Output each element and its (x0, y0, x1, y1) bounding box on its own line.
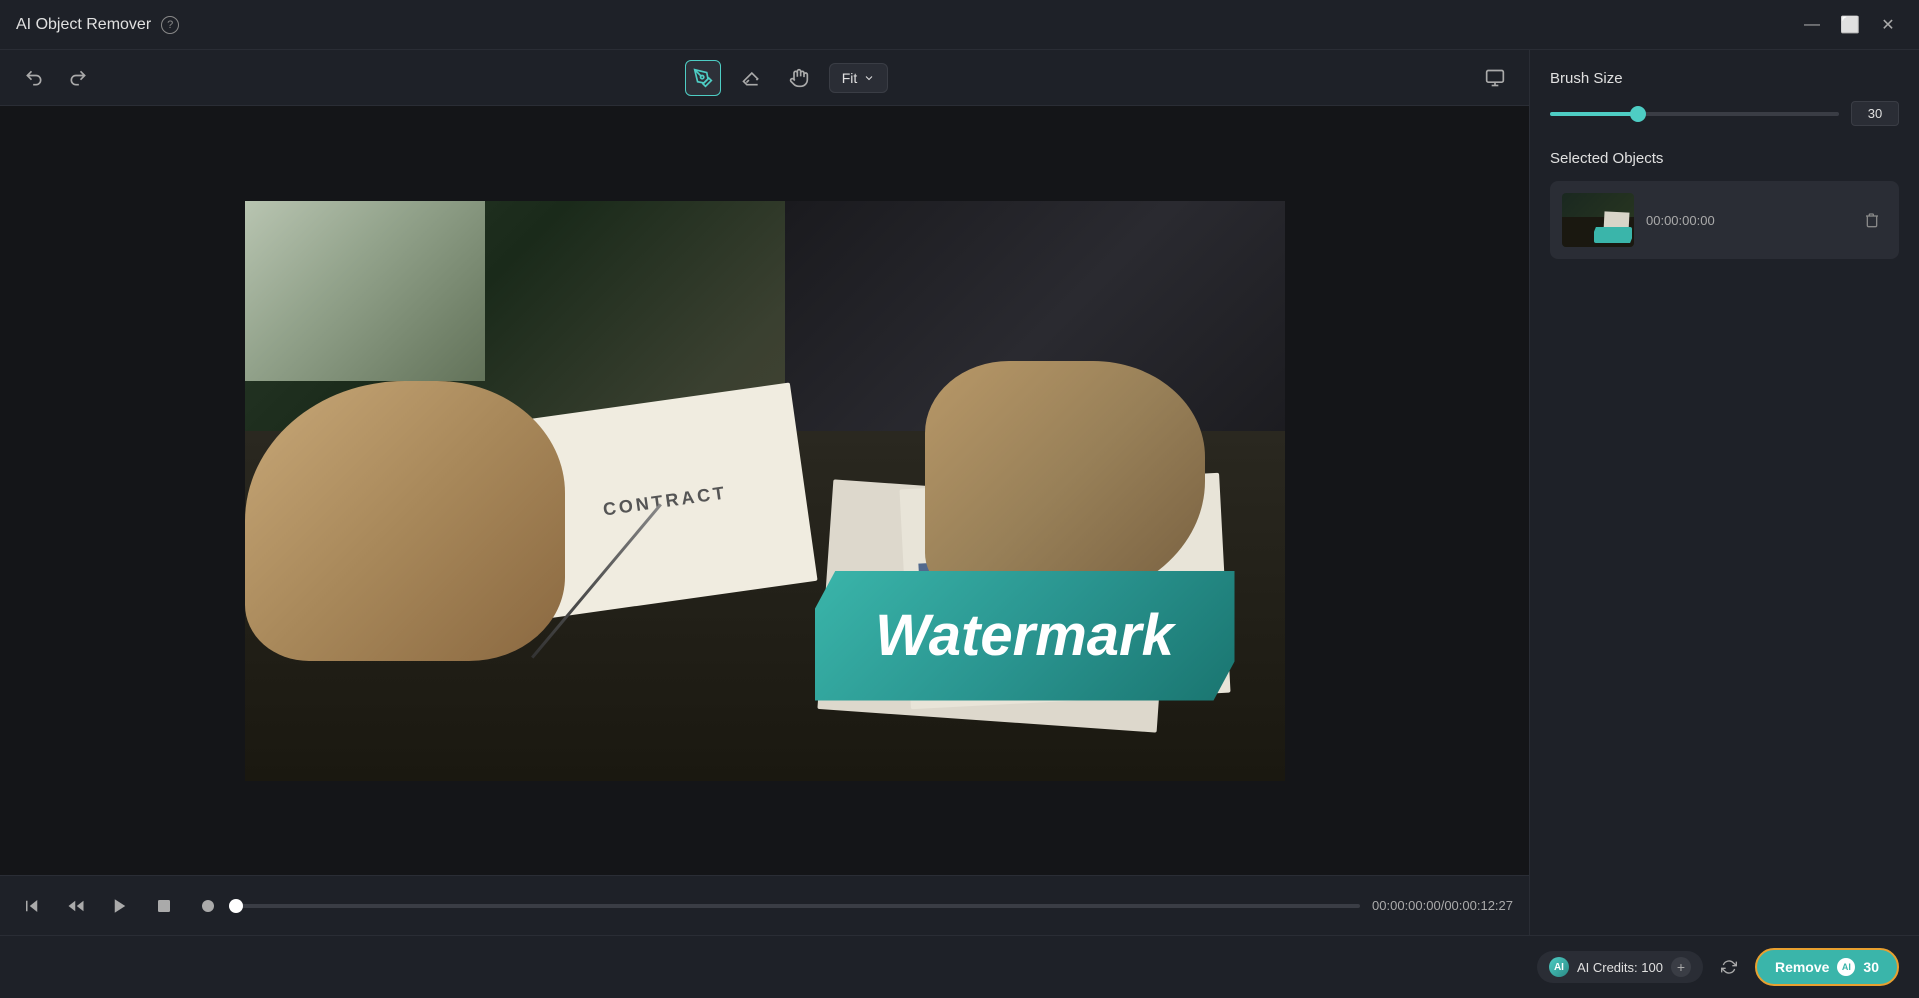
brush-tool-button[interactable] (685, 60, 721, 96)
bottom-bar: AI AI Credits: 100 + Remove AI 30 (0, 935, 1919, 998)
delete-object-button[interactable] (1857, 205, 1887, 235)
thumb-watermark (1594, 227, 1632, 243)
watermark-text: Watermark (875, 602, 1174, 669)
redo-button[interactable] (60, 60, 96, 96)
brush-size-title: Brush Size (1550, 70, 1899, 87)
ai-badge: AI (1549, 957, 1569, 977)
selected-objects-section: Selected Objects 00:00:00:00 (1550, 150, 1899, 259)
undo-button[interactable] (16, 60, 52, 96)
object-card: 00:00:00:00 (1550, 181, 1899, 259)
playback-bar: 00:00:00:00/00:00:12:27 (0, 875, 1529, 935)
remove-button[interactable]: Remove AI 30 (1755, 948, 1899, 986)
remove-ai-badge: AI (1837, 958, 1855, 976)
app-title: AI Object Remover (16, 16, 151, 34)
toolbar: Fit (0, 50, 1529, 106)
scene-hand-right (925, 361, 1205, 601)
timeline-thumb[interactable] (229, 899, 243, 913)
ai-badge-text: AI (1554, 962, 1564, 973)
window-controls: — ⬜ ✕ (1797, 10, 1903, 40)
skip-back-button[interactable] (16, 890, 48, 922)
play-button[interactable] (104, 890, 136, 922)
ai-credits-label: AI Credits: 100 (1577, 960, 1663, 975)
object-thumbnail (1562, 193, 1634, 247)
maximize-button[interactable]: ⬜ (1835, 10, 1865, 40)
close-button[interactable]: ✕ (1873, 10, 1903, 40)
title-bar: AI Object Remover ? — ⬜ ✕ (0, 0, 1919, 50)
video-area[interactable]: CONTRACT Watermark (0, 106, 1529, 875)
object-info: 00:00:00:00 (1646, 213, 1845, 228)
editor-panel: Fit (0, 50, 1529, 935)
title-left: AI Object Remover ? (16, 16, 179, 34)
time-display: 00:00:00:00/00:00:12:27 (1372, 898, 1513, 913)
brush-size-value: 30 (1851, 101, 1899, 126)
brush-slider-container: 30 (1550, 101, 1899, 126)
scene-window (245, 201, 485, 381)
video-canvas: CONTRACT Watermark (245, 201, 1285, 781)
scene-hand-left (245, 381, 565, 661)
toolbar-center: Fit (104, 60, 1469, 96)
fit-dropdown[interactable]: Fit (829, 63, 889, 93)
frame-back-button[interactable] (60, 890, 92, 922)
fit-label: Fit (842, 70, 858, 86)
stop-button[interactable] (148, 890, 180, 922)
selected-objects-title: Selected Objects (1550, 150, 1899, 167)
eraser-tool-button[interactable] (733, 60, 769, 96)
compare-button[interactable] (1477, 60, 1513, 96)
refresh-button[interactable] (1715, 953, 1743, 981)
main-container: Fit (0, 50, 1919, 935)
right-panel: Brush Size 30 Selected Objects 00:00:00:… (1529, 50, 1919, 935)
ai-credits-container: AI AI Credits: 100 + (1537, 951, 1703, 983)
toolbar-left (16, 60, 96, 96)
help-button[interactable]: ? (161, 16, 179, 34)
remove-ai-text: AI (1842, 962, 1851, 972)
add-credits-button[interactable]: + (1671, 957, 1691, 977)
watermark-overlay: Watermark (815, 571, 1235, 701)
record-button[interactable] (192, 890, 224, 922)
contract-text: CONTRACT (601, 481, 728, 519)
brush-size-slider[interactable] (1550, 112, 1839, 116)
toolbar-right (1477, 60, 1513, 96)
remove-credits: 30 (1863, 959, 1879, 975)
minimize-button[interactable]: — (1797, 10, 1827, 40)
remove-label: Remove (1775, 959, 1829, 975)
pan-tool-button[interactable] (781, 60, 817, 96)
video-scene: CONTRACT Watermark (245, 201, 1285, 781)
timeline-track[interactable] (236, 904, 1360, 908)
brush-size-section: Brush Size 30 (1550, 70, 1899, 126)
object-timestamp: 00:00:00:00 (1646, 213, 1845, 228)
